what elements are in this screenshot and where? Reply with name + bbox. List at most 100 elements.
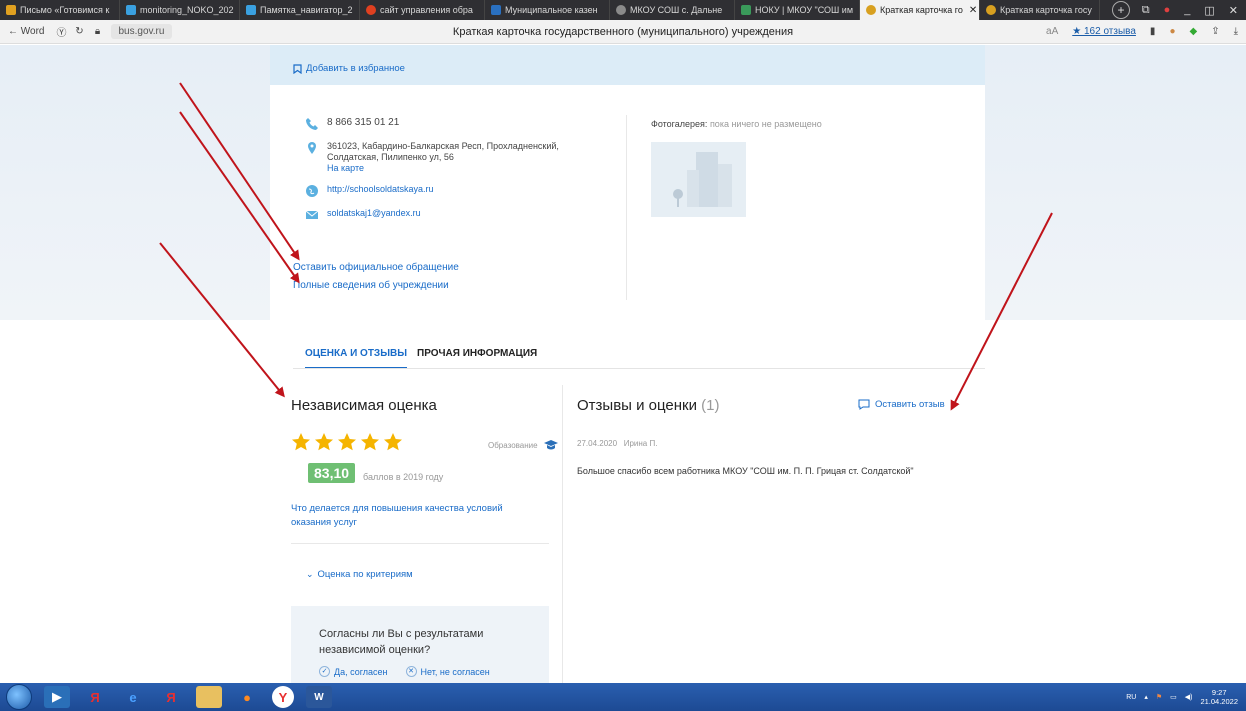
mail-icon: [6, 5, 16, 15]
site-icon: [366, 5, 376, 15]
browser-tab[interactable]: Памятка_навигатор_2: [240, 0, 360, 20]
card-divider: [626, 115, 627, 300]
site-icon: [491, 5, 501, 15]
leave-review-button[interactable]: Оставить отзыв: [858, 399, 945, 410]
tray-arrow-icon[interactable]: ▴: [1144, 693, 1148, 701]
location-pin-icon: [308, 142, 316, 154]
check-circle-icon: ✓: [319, 666, 330, 677]
extension-icon[interactable]: ●: [1169, 26, 1175, 37]
internet-explorer-icon[interactable]: e: [120, 686, 146, 708]
window-controls: ⧉ ● _ ◫ ✕: [1142, 4, 1246, 17]
firefox-icon[interactable]: ●: [234, 686, 260, 708]
add-favorite-link[interactable]: Добавить в избранное: [293, 63, 405, 74]
contacts-block: 8 866 315 01 21 361023, Кабардино-Балкар…: [305, 117, 559, 232]
browser-tab[interactable]: Краткая карточка госу: [980, 0, 1100, 20]
emblem-icon: [866, 5, 876, 15]
section-divider: [291, 543, 549, 544]
browser-tab[interactable]: Письмо «Готовимся к: [0, 0, 120, 20]
cross-circle-icon: ✕: [405, 666, 417, 677]
reload-icon[interactable]: ↻: [71, 26, 89, 37]
site-icon: [616, 5, 626, 15]
email-row: soldatskaj1@yandex.ru: [305, 208, 559, 222]
new-tab-button[interactable]: +: [1112, 1, 1130, 19]
clock[interactable]: 9:27 21.04.2022: [1200, 688, 1238, 706]
flag-icon[interactable]: ⚑: [1156, 693, 1162, 701]
website-row: http://schoolsoldatskaya.ru: [305, 184, 559, 198]
tab-ratings-reviews[interactable]: ОЦЕНКА И ОТЗЫВЫ: [305, 348, 407, 369]
close-tab-icon[interactable]: ✕: [969, 5, 977, 16]
score-note: баллов в 2019 году: [363, 472, 444, 482]
page-content: Добавить в избранное 8 866 315 01 21 361…: [0, 45, 1246, 683]
gallery-placeholder-image: [651, 142, 746, 217]
yandex-icon[interactable]: Ⓨ: [53, 24, 71, 39]
folder-icon[interactable]: [196, 686, 222, 708]
bookmark-icon[interactable]: ▮: [1150, 26, 1156, 37]
protect-icon[interactable]: ◆: [1189, 26, 1197, 37]
address-row: 361023, Кабардино-Балкарская Респ, Прохл…: [305, 141, 559, 174]
address-line: 361023, Кабардино-Балкарская Респ, Прохл…: [327, 141, 559, 151]
website-link[interactable]: http://schoolsoldatskaya.ru: [327, 184, 434, 198]
phone-icon: [306, 118, 318, 130]
share-icon[interactable]: ⇪: [1211, 26, 1219, 37]
tab-other-info[interactable]: ПРОЧАЯ ИНФОРМАЦИЯ: [417, 348, 537, 369]
close-icon[interactable]: ✕: [1229, 4, 1238, 17]
yandex-icon[interactable]: Я: [158, 686, 184, 708]
translate-icon[interactable]: aA: [1046, 26, 1058, 37]
address-bar: Краткая карточка государственного (муниц…: [0, 20, 1246, 44]
windows-taskbar: ▶ Я e Я ● Y W RU ▴ ⚑ ▭ ◀) 9:27 21.04.202…: [0, 683, 1246, 711]
language-indicator[interactable]: RU: [1126, 694, 1136, 701]
globe-icon: [306, 185, 318, 197]
column-divider: [562, 385, 563, 683]
agree-poll: Согласны ли Вы с результатами независимо…: [291, 606, 549, 683]
browser-tab[interactable]: МКОУ СОШ с. Дальне: [610, 0, 735, 20]
browser-tab-active[interactable]: Краткая карточка го ✕: [860, 0, 980, 20]
score-badge: 83,10: [308, 463, 356, 483]
agree-no-option[interactable]: ✕ Нет, не согласен: [405, 666, 490, 677]
network-icon[interactable]: ▭: [1170, 693, 1177, 701]
full-info-link[interactable]: Полные сведения об учреждении: [293, 277, 459, 295]
review-text: Большое спасибо всем работника МКОУ "СОШ…: [577, 466, 914, 476]
star-rating: [291, 432, 403, 452]
comment-icon: [858, 399, 870, 410]
independent-rating-title: Независимая оценка: [291, 397, 437, 414]
star-icon: [315, 433, 333, 451]
url-field[interactable]: bus.gov.ru: [110, 24, 173, 39]
download-icon[interactable]: ⤓: [1234, 26, 1238, 37]
reviews-badge[interactable]: ★ 162 отзыва: [1072, 26, 1136, 37]
official-appeal-link[interactable]: Оставить официальное обращение: [293, 259, 459, 277]
yandex-browser-icon[interactable]: Я: [82, 686, 108, 708]
system-tray: RU ▴ ⚑ ▭ ◀) 9:27 21.04.2022: [1126, 688, 1246, 706]
address-line: Солдатская, Пилипенко ул, 56: [327, 152, 454, 162]
browser-tab[interactable]: Муниципальное казен: [485, 0, 610, 20]
gallery-label: Фотогалерея: пока ничего не размещено: [651, 119, 822, 129]
map-link[interactable]: На карте: [327, 163, 559, 174]
bookmark-icon: [293, 63, 302, 74]
word-icon[interactable]: W: [306, 686, 332, 708]
restore-icon[interactable]: ◫: [1204, 4, 1214, 17]
explorer-icon[interactable]: ▶: [44, 686, 70, 708]
cloud-icon: [126, 5, 136, 15]
graduation-cap-icon: [543, 440, 558, 450]
email-link[interactable]: soldatskaj1@yandex.ru: [327, 208, 421, 222]
back-button[interactable]: ← Word: [0, 26, 53, 37]
card-actions: Оставить официальное обращение Полные св…: [293, 259, 459, 295]
browser-tab[interactable]: monitoring_NOKO_202: [120, 0, 240, 20]
volume-icon[interactable]: ◀): [1185, 693, 1193, 701]
yandex-app-icon[interactable]: Y: [272, 686, 294, 708]
reviews-title: Отзывы и оценки (1): [577, 397, 720, 414]
criteria-toggle[interactable]: ⌄ Оценка по критериям: [306, 569, 413, 580]
content-tabs: ОЦЕНКА И ОТЗЫВЫ ПРОЧАЯ ИНФОРМАЦИЯ: [305, 348, 537, 369]
site-icon: [741, 5, 751, 15]
bookmarks-icon[interactable]: ⧉: [1142, 4, 1150, 17]
browser-tab[interactable]: НОКУ | МКОУ "СОШ им: [735, 0, 860, 20]
agree-yes-option[interactable]: ✓ Да, согласен: [319, 666, 388, 677]
lock-icon: 🔒︎: [94, 26, 101, 37]
minimize-icon[interactable]: _: [1184, 4, 1190, 17]
star-icon: [292, 433, 310, 451]
reviews-count: (1): [701, 397, 720, 414]
notifications-icon[interactable]: ●: [1164, 4, 1171, 17]
start-button[interactable]: [6, 684, 32, 710]
browser-tab[interactable]: сайт управления обра: [360, 0, 485, 20]
agree-question: Согласны ли Вы с результатами независимо…: [319, 628, 484, 656]
improvement-link[interactable]: Что делается для повышения качества усло…: [291, 502, 541, 530]
